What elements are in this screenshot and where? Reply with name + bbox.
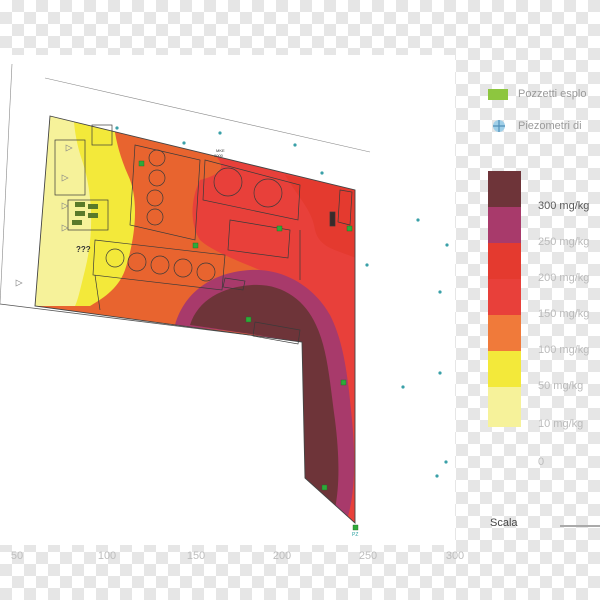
pit-marker[interactable] — [321, 484, 328, 491]
scale-label: 150 mg/kg — [538, 308, 590, 320]
scale-swatch-250 — [488, 207, 521, 243]
scale-title: Scala — [490, 517, 518, 529]
piezometer-marker[interactable] — [444, 460, 448, 464]
pit-marker[interactable] — [346, 225, 353, 232]
green-square-icon — [488, 89, 508, 100]
piezometer-marker[interactable] — [435, 474, 439, 478]
piezometer-marker[interactable] — [115, 126, 119, 130]
scale-swatch-150 — [488, 279, 521, 315]
legend-label: Pozzetti esplo — [518, 88, 587, 100]
scale-swatch-100 — [488, 315, 521, 351]
pit-marker[interactable] — [138, 160, 145, 167]
zone-10-mgkg — [35, 116, 92, 306]
scale-swatch-50 — [488, 351, 521, 387]
scale-label: 250 mg/kg — [538, 236, 590, 248]
scale-swatch-10 — [488, 387, 521, 427]
legend-label: Piezometri di — [518, 120, 582, 132]
map-sheet: ??? MKE 0000 PZ — [0, 55, 455, 545]
pit-marker[interactable] — [352, 524, 359, 531]
scale-label: 300 mg/kg — [538, 200, 590, 212]
piezometer-marker[interactable] — [416, 218, 420, 222]
blue-piezometer-icon — [493, 120, 505, 132]
piezometer-marker[interactable] — [293, 143, 297, 147]
piezometer-marker[interactable] — [320, 171, 324, 175]
axis-tick: 250 — [358, 550, 378, 562]
contamination-map[interactable]: ??? MKE 0000 PZ — [0, 55, 455, 545]
x-axis: 50 100 150 200 250 300 — [0, 550, 600, 570]
unknown-area-label: ??? — [76, 245, 91, 254]
piezometer-marker[interactable] — [401, 385, 405, 389]
scale-label: 10 mg/kg — [538, 418, 584, 430]
map-legend: Pozzetti esplo Piezometri di 300 mg/kg 2… — [470, 70, 600, 540]
scale-label: 200 mg/kg — [538, 272, 590, 284]
scale-rule — [560, 525, 600, 527]
piezometer-marker[interactable] — [438, 371, 442, 375]
scale-swatch-300 — [488, 171, 521, 207]
piezometer-marker[interactable] — [365, 263, 369, 267]
scale-swatch-200 — [488, 243, 521, 279]
concentration-layers — [35, 116, 355, 523]
piezometer-marker[interactable] — [445, 243, 449, 247]
map-label: 0000 — [214, 153, 224, 158]
scale-label: 50 mg/kg — [538, 380, 584, 392]
scale-label: 100 mg/kg — [538, 344, 590, 356]
axis-tick: 100 — [97, 550, 117, 562]
pit-marker[interactable] — [245, 316, 252, 323]
site-boundary-line — [0, 63, 13, 305]
point-label: PZ — [352, 532, 358, 538]
axis-tick: 200 — [272, 550, 292, 562]
axis-tick: 300 — [445, 550, 465, 562]
piezometer-marker[interactable] — [438, 290, 442, 294]
axis-tick: 50 — [10, 550, 24, 562]
piezometer-marker[interactable] — [218, 131, 222, 135]
pit-marker[interactable] — [340, 379, 347, 386]
scale-zero-label: 0 — [538, 456, 545, 468]
axis-tick: 150 — [186, 550, 206, 562]
pit-marker[interactable] — [276, 225, 283, 232]
pit-marker[interactable] — [192, 242, 199, 249]
piezometer-marker[interactable] — [182, 141, 186, 145]
